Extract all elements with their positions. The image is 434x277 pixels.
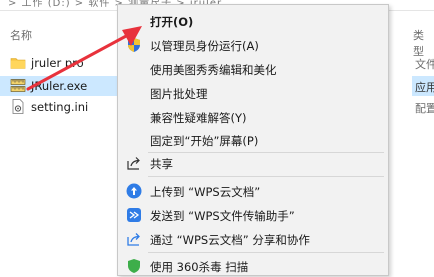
context-menu: 打开(O) 以管理员身份运行(A) 使用美图秀秀编辑和美化 图片批处理 兼容性疑…: [117, 4, 389, 276]
menu-item-label: 通过 “WPS云文档” 分享和协作: [150, 233, 310, 247]
send-icon: [127, 208, 141, 222]
menu-item-360-scan[interactable]: 使用 360杀毒 扫描: [118, 255, 388, 277]
menu-item-label: 兼容性疑难解答(Y): [150, 111, 247, 125]
file-name: jruler pro: [31, 56, 84, 70]
antivirus-icon: [128, 259, 140, 273]
column-header-name[interactable]: 名称: [10, 27, 32, 43]
menu-item-label: 以管理员身份运行(A): [150, 39, 259, 53]
menu-item-label: 共享: [150, 157, 173, 171]
menu-item-wps-send[interactable]: 发送到 “WPS文件传输助手”: [118, 204, 388, 226]
share-icon: [127, 157, 140, 170]
menu-item-batch-image[interactable]: 图片批处理: [118, 82, 388, 104]
share-collab-icon: [127, 233, 140, 246]
menu-item-label: 上传到 “WPS云文档”: [150, 185, 261, 199]
menu-item-label: 使用美图秀秀编辑和美化: [150, 63, 277, 77]
menu-item-run-as-admin[interactable]: 以管理员身份运行(A): [118, 34, 388, 56]
file-name: setting.ini: [31, 100, 89, 114]
menu-item-meitu-edit[interactable]: 使用美图秀秀编辑和美化: [118, 58, 388, 80]
menu-item-label: 图片批处理: [150, 87, 208, 101]
shield-icon: [128, 38, 140, 52]
menu-item-compat-troubleshoot[interactable]: 兼容性疑难解答(Y): [118, 106, 388, 128]
menu-item-wps-share-collab[interactable]: 通过 “WPS云文档” 分享和协作: [118, 228, 388, 250]
menu-item-label: 打开(O): [150, 15, 194, 29]
menu-item-label: 使用 360杀毒 扫描: [150, 260, 249, 274]
menu-item-open[interactable]: 打开(O): [118, 10, 388, 32]
cloud-upload-icon: [126, 183, 142, 199]
menu-separator: [148, 252, 384, 253]
ini-file-icon: [12, 99, 24, 114]
menu-item-share[interactable]: 共享: [118, 152, 388, 174]
menu-separator: [148, 176, 384, 177]
menu-item-wps-upload[interactable]: 上传到 “WPS云文档”: [118, 180, 388, 202]
menu-item-pin-start[interactable]: 固定到“开始”屏幕(P): [118, 129, 388, 151]
ruler-app-icon: [10, 79, 26, 92]
file-type-cell: 配置: [415, 102, 434, 115]
file-row-setting-ini[interactable]: setting.ini: [0, 97, 118, 117]
file-type-cell: 应用: [412, 76, 434, 96]
menu-item-label: 发送到 “WPS文件传输助手”: [150, 209, 295, 223]
file-name: JRuler.exe: [31, 79, 88, 93]
file-row-jruler-exe[interactable]: JRuler.exe: [0, 76, 118, 96]
menu-item-label: 固定到“开始”屏幕(P): [150, 134, 259, 148]
file-type-cell: 文件: [415, 58, 434, 71]
file-row-jruler-pro[interactable]: jruler pro: [0, 53, 118, 73]
folder-icon: [10, 58, 26, 69]
